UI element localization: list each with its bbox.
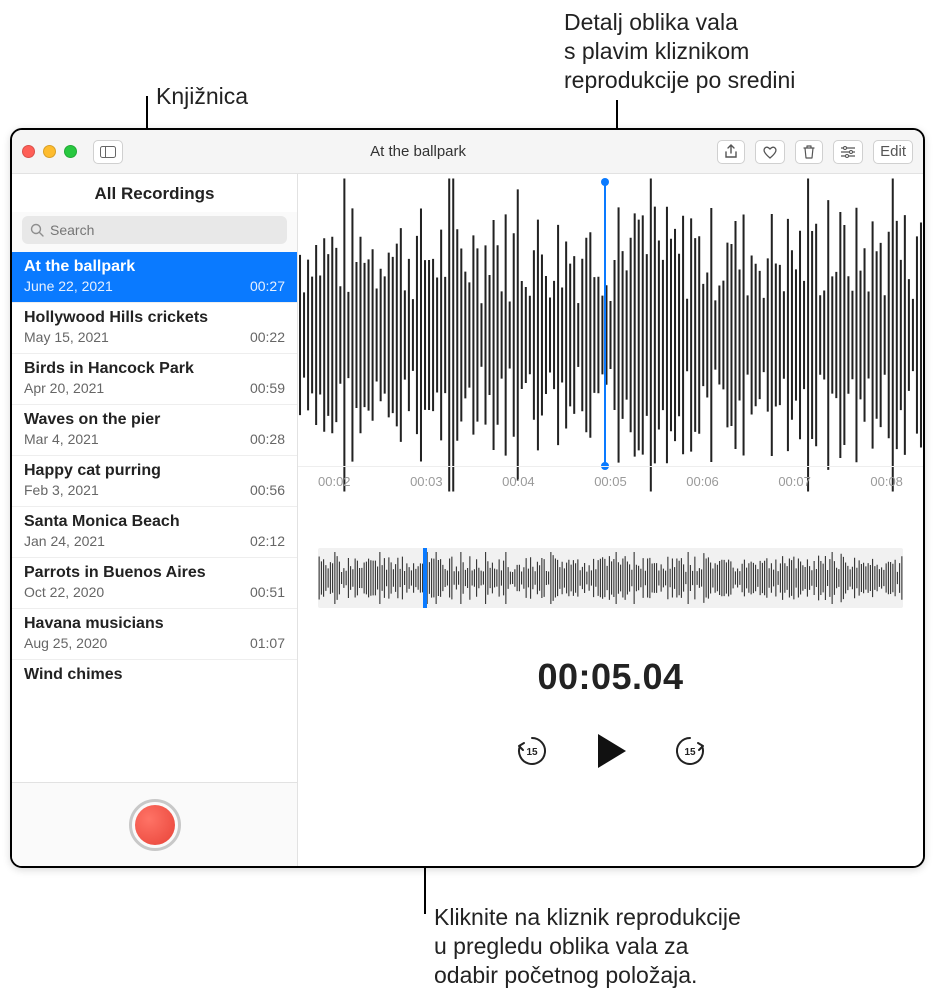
skip-back-button[interactable]: 15: [514, 733, 550, 769]
recording-duration: 00:22: [250, 329, 285, 345]
edit-button[interactable]: Edit: [873, 140, 913, 164]
recording-row[interactable]: Happy cat purring Feb 3, 2021 00:56: [12, 455, 297, 506]
recording-title: Santa Monica Beach: [24, 513, 285, 531]
sliders-icon: [840, 145, 856, 159]
share-icon: [724, 144, 738, 160]
recording-date: Oct 22, 2020: [24, 584, 104, 600]
playhead-overview[interactable]: [423, 548, 427, 608]
record-button[interactable]: [129, 799, 181, 851]
timeline: 00:02 00:03 00:04 00:05 00:06 00:07 00:08: [298, 466, 923, 496]
sidebar: All Recordings At the ballpark June 22, 2…: [12, 174, 298, 866]
minimize-window-button[interactable]: [43, 145, 56, 158]
recording-row[interactable]: Parrots in Buenos Aires Oct 22, 2020 00:51: [12, 557, 297, 608]
timeline-tick: 00:05: [594, 474, 627, 489]
play-icon: [594, 732, 628, 770]
recording-meta: Oct 22, 2020 00:51: [24, 584, 285, 600]
waveform-overview[interactable]: 00:00 00:27: [318, 548, 903, 608]
zoom-window-button[interactable]: [64, 145, 77, 158]
play-button[interactable]: [594, 732, 628, 770]
timeline-tick: 00:08: [870, 474, 903, 489]
recording-meta: May 15, 2021 00:22: [24, 329, 285, 345]
recording-title: Birds in Hancock Park: [24, 360, 285, 378]
waveform-detail[interactable]: 00:02 00:03 00:04 00:05 00:06 00:07 00:08: [298, 174, 923, 496]
recording-duration: 00:51: [250, 584, 285, 600]
recording-date: Jan 24, 2021: [24, 533, 105, 549]
recording-date: May 15, 2021: [24, 329, 109, 345]
sidebar-header: All Recordings: [12, 174, 297, 212]
recording-title: Parrots in Buenos Aires: [24, 564, 285, 582]
delete-button[interactable]: [795, 140, 823, 164]
close-window-button[interactable]: [22, 145, 35, 158]
recording-row[interactable]: Havana musicians Aug 25, 2020 01:07: [12, 608, 297, 659]
recording-row[interactable]: Santa Monica Beach Jan 24, 2021 02:12: [12, 506, 297, 557]
recording-title: Happy cat purring: [24, 462, 285, 480]
recording-duration: 01:07: [250, 635, 285, 651]
recording-row[interactable]: At the ballpark June 22, 2021 00:27: [12, 252, 297, 302]
options-button[interactable]: [833, 140, 863, 164]
heart-icon: [762, 145, 778, 159]
titlebar: At the ballpark: [12, 130, 923, 174]
favorite-button[interactable]: [755, 140, 785, 164]
callout-overview: Kliknite na kliznik reprodukcije u pregl…: [434, 903, 741, 989]
time-display: 00:05.04: [298, 656, 923, 698]
recording-row[interactable]: Hollywood Hills crickets May 15, 2021 00:2…: [12, 302, 297, 353]
recording-meta: June 22, 2021 00:27: [24, 278, 285, 294]
recording-title: Waves on the pier: [24, 411, 285, 429]
trash-icon: [802, 144, 816, 160]
recording-date: June 22, 2021: [24, 278, 113, 294]
recording-duration: 00:27: [250, 278, 285, 294]
recording-meta: Apr 20, 2021 00:59: [24, 380, 285, 396]
recording-row[interactable]: Wind chimes: [12, 659, 297, 692]
search-icon: [30, 223, 44, 237]
recording-row[interactable]: Waves on the pier Mar 4, 2021 00:28: [12, 404, 297, 455]
sidebar-icon: [100, 146, 116, 158]
playback-controls: 15 15: [298, 732, 923, 770]
sidebar-footer: [12, 782, 297, 866]
recording-title: Hollywood Hills crickets: [24, 309, 285, 327]
timeline-tick: 00:02: [318, 474, 351, 489]
recording-duration: 00:28: [250, 431, 285, 447]
svg-text:15: 15: [684, 747, 696, 758]
waveform-detail-svg: [298, 174, 923, 496]
callout-waveform: Detalj oblika vala s plavim kliznikom re…: [564, 8, 795, 94]
recording-meta: Aug 25, 2020 01:07: [24, 635, 285, 651]
recording-date: Mar 4, 2021: [24, 431, 99, 447]
recording-title: Wind chimes: [24, 666, 285, 684]
recording-meta: Jan 24, 2021 02:12: [24, 533, 285, 549]
skip-forward-icon: 15: [673, 734, 707, 768]
recording-duration: 00:59: [250, 380, 285, 396]
callout-library: Knjižnica: [156, 82, 248, 111]
recording-date: Apr 20, 2021: [24, 380, 104, 396]
recording-date: Feb 3, 2021: [24, 482, 99, 498]
recording-date: Aug 25, 2020: [24, 635, 107, 651]
window-controls: [22, 145, 77, 158]
recording-duration: 02:12: [250, 533, 285, 549]
waveform-overview-svg: [318, 548, 903, 608]
recording-title: At the ballpark: [24, 258, 285, 276]
recording-meta: Feb 3, 2021 00:56: [24, 482, 285, 498]
recording-duration: 00:56: [250, 482, 285, 498]
app-window: At the ballpark: [10, 128, 925, 868]
svg-text:15: 15: [526, 747, 538, 758]
timeline-tick: 00:04: [502, 474, 535, 489]
timeline-tick: 00:06: [686, 474, 719, 489]
playhead-detail[interactable]: [604, 182, 606, 466]
skip-back-icon: 15: [515, 734, 549, 768]
toggle-sidebar-button[interactable]: [93, 140, 123, 164]
share-button[interactable]: [717, 140, 745, 164]
recording-list: At the ballpark June 22, 2021 00:27 Hollywo…: [12, 252, 297, 782]
search-field[interactable]: [22, 216, 287, 244]
recording-row[interactable]: Birds in Hancock Park Apr 20, 2021 00:59: [12, 353, 297, 404]
timeline-tick: 00:03: [410, 474, 443, 489]
search-input[interactable]: [50, 222, 279, 238]
recording-title: Havana musicians: [24, 615, 285, 633]
recording-meta: Mar 4, 2021 00:28: [24, 431, 285, 447]
window-title: At the ballpark: [123, 143, 713, 160]
content-pane: 00:02 00:03 00:04 00:05 00:06 00:07 00:08 00:0…: [298, 174, 923, 866]
timeline-tick: 00:07: [778, 474, 811, 489]
skip-forward-button[interactable]: 15: [672, 733, 708, 769]
